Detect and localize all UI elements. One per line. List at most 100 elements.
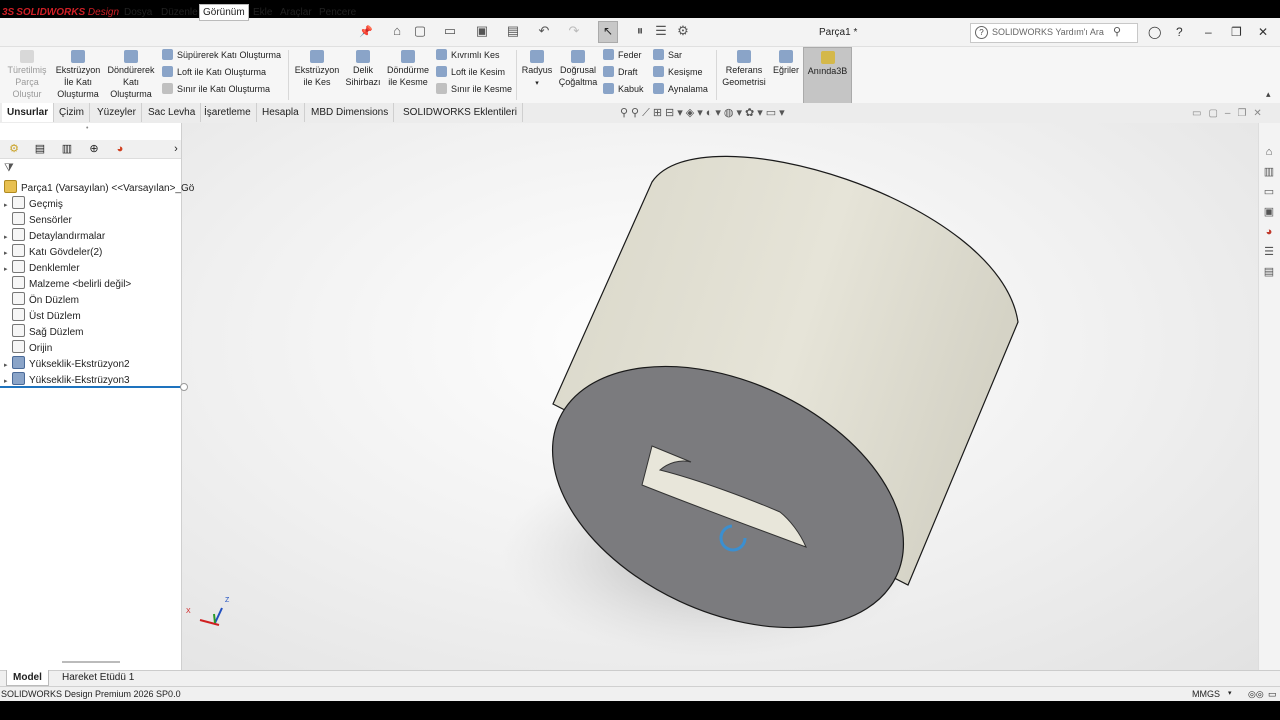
resources-home-icon[interactable]: ⌂ (1262, 145, 1276, 159)
hole-wizard-button[interactable]: Delik Sihirbazı (343, 50, 383, 88)
lofted-cut-button[interactable]: Loft ile Kesim (436, 66, 505, 77)
panel-splitter-handle[interactable] (180, 383, 188, 391)
help-search-input[interactable]: ? SOLIDWORKS Yardım'ı Ara ⚲ (970, 23, 1138, 43)
viewport-window-controls[interactable]: ▭▢–❐✕ (1192, 108, 1269, 119)
save-icon[interactable]: ▣ (474, 23, 490, 39)
instant3d-button[interactable]: Anında3B (803, 47, 852, 104)
restore-icon[interactable]: ❐ (1231, 25, 1242, 39)
tree-item[interactable]: ▸ Geçmiş (0, 196, 63, 212)
derived-part-button[interactable]: Türetilmiş Parça Oluştur (4, 50, 50, 100)
revolved-cut-button[interactable]: Döndürme ile Kesme (384, 50, 432, 88)
draft-button[interactable]: Draft (603, 66, 638, 77)
collapse-ribbon-icon[interactable]: ▴ (1266, 89, 1271, 100)
boundary-cut-button[interactable]: Sınır ile Kesme (436, 83, 512, 94)
file-explorer-icon[interactable]: ▭ (1262, 185, 1276, 199)
new-document-icon[interactable]: ▢ (412, 23, 428, 39)
expand-panel-icon[interactable]: › (168, 142, 184, 156)
menu-tools[interactable]: Araçlar (277, 7, 315, 18)
traffic-light-icon[interactable]: ⏸ (632, 23, 648, 39)
tree-item[interactable]: ▸ Detaylandırmalar (0, 228, 105, 244)
tree-item[interactable]: Üst Düzlem (0, 308, 81, 324)
user-icon[interactable]: ◯ (1148, 25, 1161, 39)
redo-icon[interactable]: ↷ (566, 23, 582, 39)
tree-item[interactable]: Orijin (0, 340, 52, 356)
lofted-boss-button[interactable]: Loft ile Katı Oluşturma (162, 66, 266, 77)
feature-manager-tab-icon[interactable]: ⚙ (6, 142, 22, 156)
menu-file[interactable]: Dosya (121, 7, 155, 18)
select-button[interactable]: ↖ (598, 21, 618, 43)
wrap-button[interactable]: Sar (653, 49, 682, 60)
forum-icon[interactable]: ▤ (1262, 265, 1276, 279)
tab-motion-study[interactable]: Hareket Etüdü 1 (56, 670, 140, 685)
tab-evaluate[interactable]: Hesapla (257, 103, 305, 122)
tree-root-part[interactable]: Parça1 (Varsayılan) <<Varsayılan>_Gö (0, 180, 194, 196)
reference-geometry-button[interactable]: Referans Geometrisi (719, 50, 769, 88)
linear-pattern-button[interactable]: Doğrusal Çoğaltma (556, 50, 600, 88)
open-folder-icon[interactable]: ▭ (442, 23, 458, 39)
print-icon[interactable]: ▤ (505, 23, 521, 39)
tree-item[interactable]: ▸ Denklemler (0, 260, 80, 276)
swept-cut-icon (436, 49, 447, 60)
tree-item[interactable]: Sağ Düzlem (0, 324, 83, 340)
custom-properties-icon[interactable]: ☰ (1262, 245, 1276, 259)
extruded-cut-button[interactable]: Ekstrüzyon ile Kes (291, 50, 343, 88)
tree-item[interactable]: Malzeme <belirli değil> (0, 276, 131, 292)
intersect-button[interactable]: Kesişme (653, 66, 703, 77)
menu-view[interactable]: Görünüm (199, 4, 249, 21)
tab-mbd-dimensions[interactable]: MBD Dimensions (306, 103, 395, 122)
tree-item[interactable]: Ön Düzlem (0, 292, 79, 308)
boundary-boss-button[interactable]: Sınır ile Katı Oluşturma (162, 83, 270, 94)
instant3d-icon (820, 51, 835, 64)
tab-surfaces[interactable]: Yüzeyler (92, 103, 142, 122)
design-library-icon[interactable]: ▥ (1262, 165, 1276, 179)
curves-button[interactable]: Eğriler (770, 50, 802, 76)
settings-gear-icon[interactable]: ⚙ (675, 23, 691, 39)
bottom-tabs-bar (0, 670, 1280, 687)
tab-features[interactable]: Unsurlar (2, 103, 55, 122)
graphics-area[interactable]: Z X (182, 123, 1258, 670)
menu-window[interactable]: Pencere (316, 7, 359, 18)
tree-rollback-bar[interactable] (0, 386, 181, 388)
search-icon[interactable]: ⚲ (1113, 25, 1121, 38)
revolved-boss-button[interactable]: Döndürerek Katı Oluşturma (104, 50, 158, 100)
tree-item[interactable]: ▸ Yükseklik-Ekstrüzyon2 (0, 356, 130, 372)
horizontal-scrollbar[interactable] (62, 661, 120, 663)
mirror-button[interactable]: Aynalama (653, 83, 708, 94)
close-icon[interactable]: ✕ (1258, 25, 1268, 39)
heads-up-view-toolbar[interactable]: ⚲⚲⟋⊞⊟▾◈▾◐▾◍▾✿▾▭▾ (620, 106, 788, 120)
shell-button[interactable]: Kabuk (603, 83, 644, 94)
tab-solidworks-addins[interactable]: SOLIDWORKS Eklentileri (398, 103, 523, 122)
appearances-icon[interactable]: ◕ (1262, 225, 1276, 239)
filter-icon[interactable]: ⧩ (4, 162, 14, 175)
undo-icon[interactable]: ↶ (536, 23, 552, 39)
configuration-manager-tab-icon[interactable]: ▥ (59, 142, 75, 156)
extruded-boss-button[interactable]: Ekstrüzyon İle Katı Oluşturma (52, 50, 104, 100)
swept-boss-button[interactable]: Süpürerek Katı Oluşturma (162, 49, 281, 60)
model-view[interactable]: Z X (182, 123, 1258, 670)
tab-markup[interactable]: İşaretleme (199, 103, 257, 122)
tab-sheet-metal[interactable]: Sac Levha (143, 103, 202, 122)
home-icon[interactable]: ⌂ (389, 23, 405, 39)
minimize-icon[interactable]: – (1205, 25, 1212, 39)
tree-item[interactable]: Sensörler (0, 212, 72, 228)
boundary-cut-label: Sınır ile Kesme (451, 84, 513, 94)
status-glasses-icon[interactable]: ◎◎ (1248, 687, 1264, 701)
tab-sketch[interactable]: Çizim (54, 103, 90, 122)
property-manager-tab-icon[interactable]: ▤ (32, 142, 48, 156)
view-palette-icon[interactable]: ▣ (1262, 205, 1276, 219)
swept-cut-button[interactable]: Kıvrımlı Kes (436, 49, 500, 60)
status-help-icon[interactable]: ▭ (1268, 687, 1277, 701)
unit-system-selector[interactable]: MMGS (1192, 687, 1220, 701)
tab-model[interactable]: Model (6, 670, 49, 686)
rib-button[interactable]: Feder (603, 49, 642, 60)
tree-item[interactable]: ▸ Katı Gövdeler(2) (0, 244, 102, 260)
file-properties-icon[interactable]: ☰ (653, 23, 669, 39)
help-icon[interactable]: ? (1176, 25, 1183, 39)
menu-edit[interactable]: Düzenle (158, 7, 201, 18)
display-manager-tab-icon[interactable]: ◕ (112, 142, 128, 156)
units-dropdown-icon[interactable]: ▾ (1228, 687, 1232, 701)
pin-icon[interactable]: 📌 (358, 24, 374, 40)
dimxpert-tab-icon[interactable]: ⊕ (86, 142, 102, 156)
fillet-button[interactable]: Radyus ▾ (518, 50, 556, 90)
menu-insert[interactable]: Ekle (250, 7, 275, 18)
